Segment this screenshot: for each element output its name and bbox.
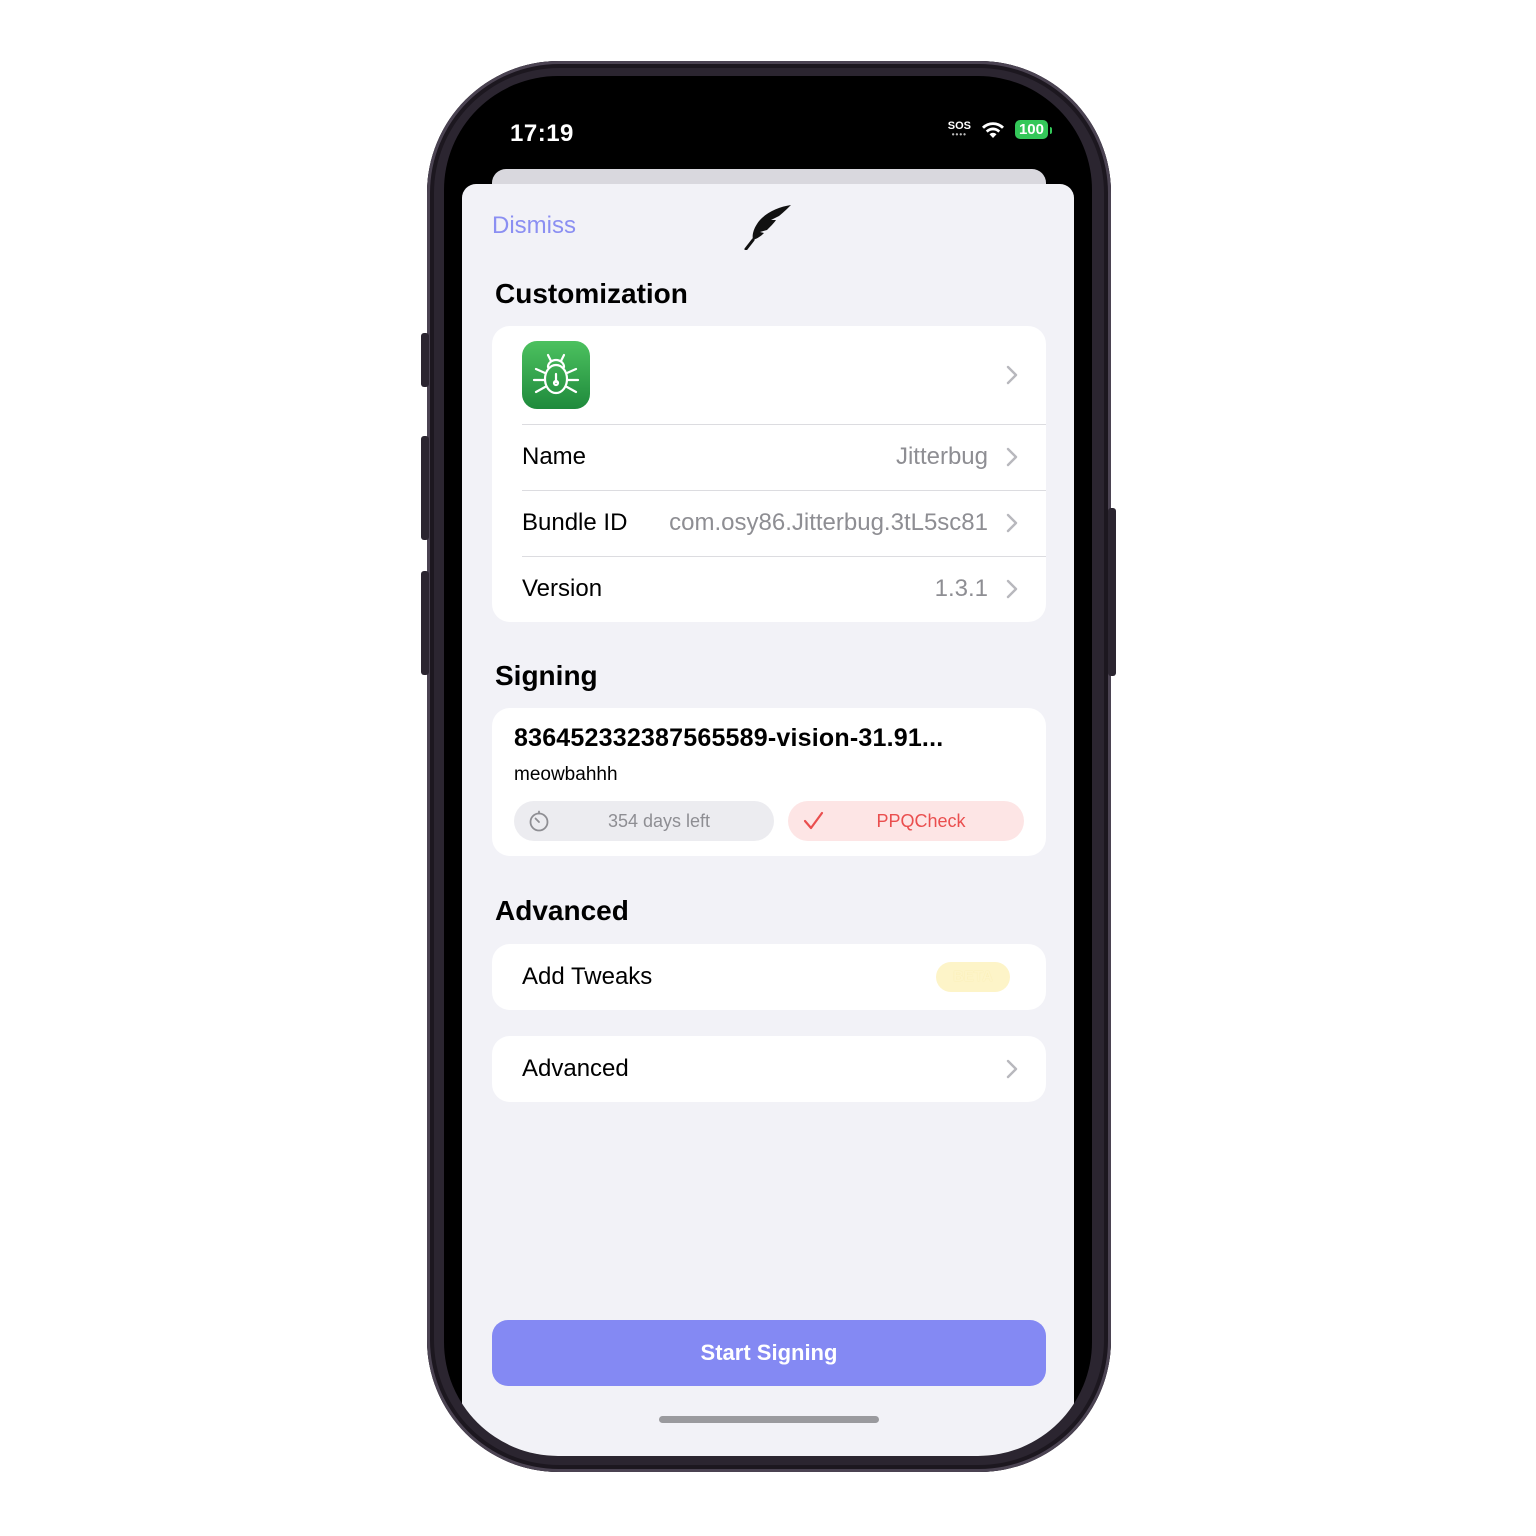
wifi-icon [981, 121, 1004, 138]
name-value: Jitterbug [895, 443, 988, 470]
expiry-pill: 354 days left [514, 801, 774, 841]
version-value: 1.3.1 [934, 575, 988, 602]
tweaks-card: Add Tweaks BETA [492, 944, 1046, 1010]
ppq-check-pill: PPQCheck [788, 801, 1024, 841]
battery-indicator: 100 [1014, 120, 1053, 139]
chevron-right-icon [1006, 1059, 1018, 1079]
signing-sheet: Dismiss Customization Name Jitterbug Bun… [462, 184, 1074, 1456]
advanced-heading: Advanced [495, 895, 629, 926]
volume-down-button [421, 571, 429, 675]
customization-heading: Customization [495, 278, 688, 309]
bundle-id-label: Bundle ID [522, 509, 628, 536]
name-row[interactable]: Name Jitterbug [492, 424, 1046, 490]
certificate-team: meowbahhh [514, 764, 618, 785]
name-label: Name [522, 443, 587, 470]
beta-badge: BETA [936, 962, 1010, 992]
chevron-right-icon [1006, 579, 1018, 599]
certificate-card[interactable]: 836452332387565589-vision-31.91... meowb… [492, 708, 1046, 856]
volume-up-button [421, 436, 429, 540]
bundle-id-value: com.osy86.Jitterbug.3tL5sc81 [669, 509, 988, 536]
home-indicator [659, 1416, 879, 1423]
feather-icon [744, 205, 791, 250]
bug-icon [522, 341, 590, 409]
certificate-name: 836452332387565589-vision-31.91... [514, 724, 944, 752]
status-time: 17:19 [510, 120, 574, 147]
add-tweaks-label: Add Tweaks [522, 963, 653, 990]
dismiss-button[interactable]: Dismiss [492, 212, 576, 240]
version-row[interactable]: Version 1.3.1 [492, 556, 1046, 622]
power-button [1108, 508, 1116, 676]
customization-card: Name Jitterbug Bundle ID com.osy86.Jitte… [492, 326, 1046, 622]
chevron-right-icon [1006, 513, 1018, 533]
start-signing-button[interactable]: Start Signing [492, 1320, 1046, 1386]
chevron-right-icon [1006, 447, 1018, 467]
bundle-id-row[interactable]: Bundle ID com.osy86.Jitterbug.3tL5sc81 [492, 490, 1046, 556]
advanced-row[interactable]: Advanced [492, 1036, 1046, 1102]
phone-screen: 17:19 SOS •••• 100 Dismiss Customization [444, 76, 1092, 1456]
signal-dots-icon: •••• [951, 130, 967, 139]
silent-switch [421, 333, 429, 387]
checkmark-icon [803, 811, 824, 830]
app-icon-row[interactable] [492, 326, 1046, 424]
signing-heading: Signing [495, 660, 598, 691]
version-label: Version [522, 575, 603, 602]
status-indicators: SOS •••• 100 [948, 120, 1053, 139]
sos-indicator: SOS •••• [948, 121, 971, 139]
chevron-right-icon [1006, 365, 1018, 385]
timer-icon [529, 810, 549, 832]
advanced-card: Advanced [492, 1036, 1046, 1102]
days-left-text: 354 days left [607, 810, 711, 831]
advanced-row-label: Advanced [522, 1055, 629, 1082]
add-tweaks-row[interactable]: Add Tweaks BETA [492, 944, 1046, 1010]
